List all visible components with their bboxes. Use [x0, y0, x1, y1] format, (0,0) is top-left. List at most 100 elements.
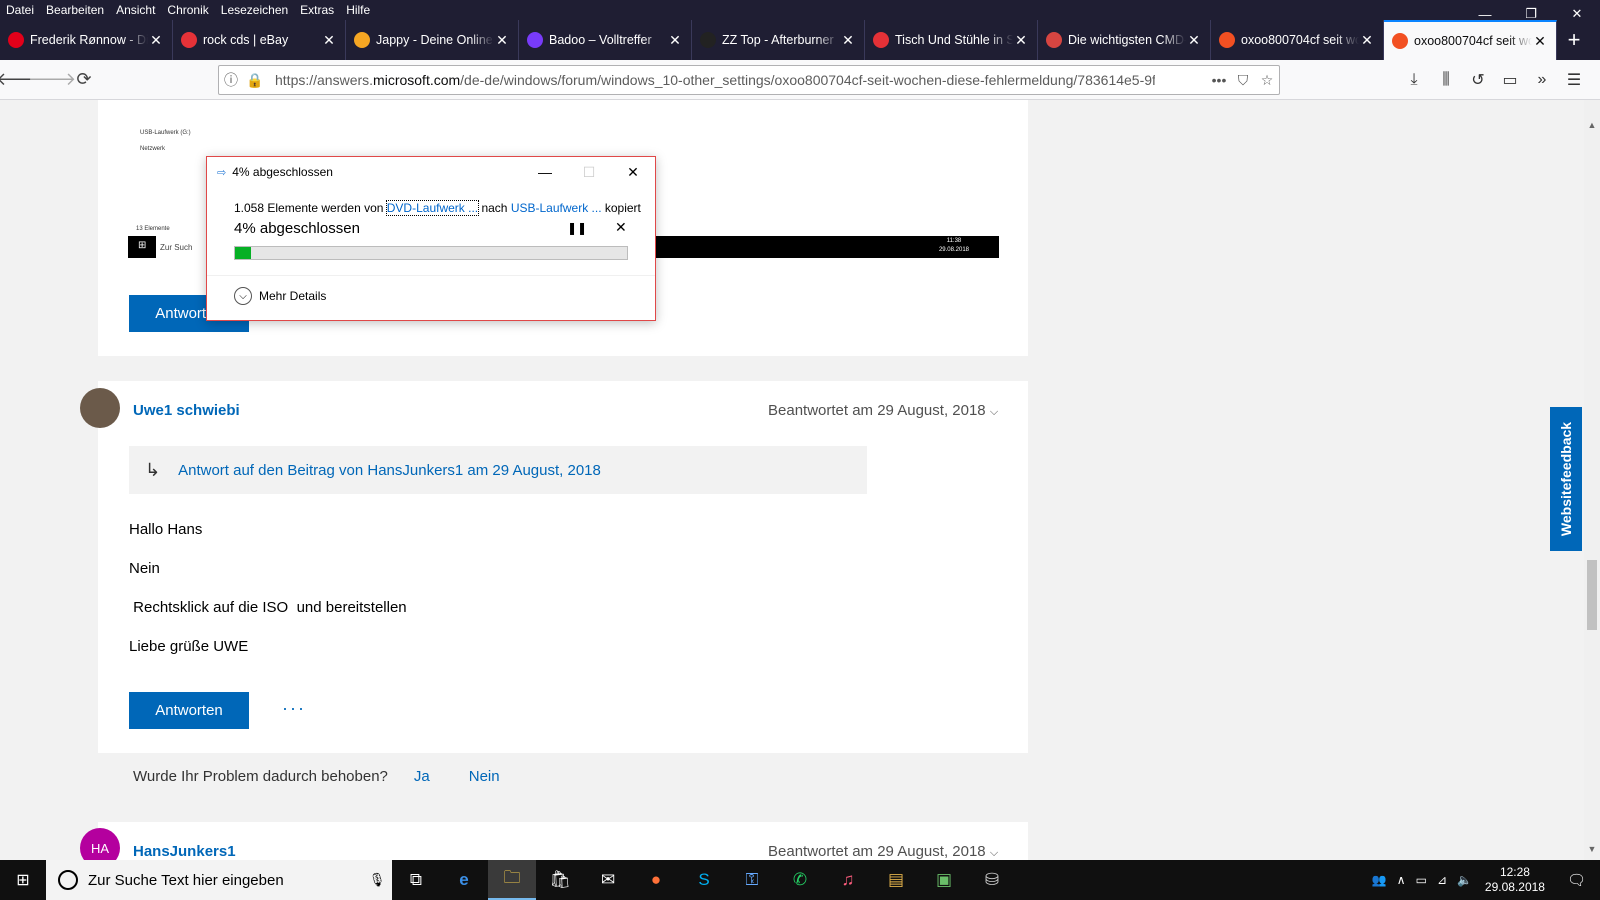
- dialog-minimize-button[interactable]: —: [523, 157, 567, 187]
- helpful-no-link[interactable]: Nein: [469, 768, 500, 785]
- firefox-icon[interactable]: ●: [632, 860, 680, 900]
- website-feedback-button[interactable]: Websitefeedback: [1550, 407, 1582, 551]
- helpful-feedback-bar: Wurde Ihr Problem dadurch behoben? Ja Ne…: [98, 754, 1028, 798]
- discogs-icon: [700, 32, 716, 48]
- itunes-icon[interactable]: ♫: [824, 860, 872, 900]
- edge-icon[interactable]: e: [440, 860, 488, 900]
- whatsapp-icon[interactable]: ✆: [776, 860, 824, 900]
- menu-extras[interactable]: Extras: [294, 0, 340, 20]
- mail-icon[interactable]: ✉: [584, 860, 632, 900]
- pocket-icon[interactable]: ⛉: [1231, 72, 1255, 89]
- navigation-bar: 🡐 🡒 ⟳ ⓘ 🔒 https://answers.microsoft.com/…: [0, 60, 1600, 100]
- hamburger-menu-icon[interactable]: ☰: [1558, 64, 1590, 96]
- scroll-thumb[interactable]: [1587, 560, 1597, 630]
- sidebar-icon[interactable]: ▭: [1494, 64, 1526, 96]
- author-name[interactable]: Uwe1 schwiebi: [133, 402, 240, 419]
- page-actions-icon[interactable]: •••: [1207, 72, 1231, 88]
- tab-title: rock cds | eBay: [203, 33, 289, 47]
- tab-close-icon[interactable]: ✕: [667, 32, 683, 49]
- info-icon[interactable]: ⓘ: [219, 70, 243, 90]
- tab-8[interactable]: oxoo800704cf seit wo ✕: [1384, 20, 1557, 60]
- tab-title: Frederik Rønnow - Di: [30, 33, 148, 47]
- tab-3[interactable]: Badoo – Volltreffer ✕: [519, 20, 692, 60]
- reply-reference[interactable]: ↳ Antwort auf den Beitrag von HansJunker…: [129, 446, 867, 494]
- helpful-yes-link[interactable]: Ja: [414, 768, 430, 785]
- reply-button-2[interactable]: Antworten: [129, 692, 249, 729]
- url-bar[interactable]: ⓘ 🔒 https://answers.microsoft.com/de-de/…: [218, 65, 1280, 95]
- tab-strip: Frederik Rønnow - Di ✕ rock cds | eBay ✕ Jap…: [0, 20, 1600, 60]
- more-details-toggle[interactable]: ⌵ Mehr Details: [234, 287, 326, 305]
- answered-date[interactable]: Beantwortet am 29 August, 2018 ⌵: [768, 402, 998, 419]
- cancel-copy-icon[interactable]: ✕: [615, 219, 627, 236]
- dialog-close-button[interactable]: ✕: [611, 157, 655, 187]
- notification-icon[interactable]: 🗨: [1553, 871, 1600, 889]
- library-icon[interactable]: ⫼: [1430, 64, 1462, 96]
- tab-close-icon[interactable]: ✕: [1532, 33, 1548, 50]
- app-icon[interactable]: ⚿: [728, 860, 776, 900]
- forward-button[interactable]: 🡒: [28, 64, 76, 96]
- tab-close-icon[interactable]: ✕: [321, 32, 337, 49]
- tab-close-icon[interactable]: ✕: [1186, 32, 1202, 49]
- tab-close-icon[interactable]: ✕: [148, 32, 164, 49]
- tab-7[interactable]: oxoo800704cf seit wo ✕: [1211, 20, 1384, 60]
- skype-icon[interactable]: S: [680, 860, 728, 900]
- overflow-icon[interactable]: »: [1526, 64, 1558, 96]
- tab-1[interactable]: rock cds | eBay ✕: [173, 20, 346, 60]
- calculator-icon[interactable]: ▤: [872, 860, 920, 900]
- windows-start-icon[interactable]: ⊞: [0, 860, 46, 900]
- tab-6[interactable]: Die wichtigsten CMD- ✕: [1038, 20, 1211, 60]
- scroll-down-icon[interactable]: ▼: [1584, 844, 1600, 860]
- badoo-icon: [527, 32, 543, 48]
- body-line-3: Rechtsklick auf die ISO und bereitstelle…: [129, 599, 407, 616]
- url-text[interactable]: https://answers.microsoft.com/de-de/wind…: [275, 72, 1155, 88]
- author-name-3[interactable]: HansJunkers1: [133, 843, 236, 860]
- more-options-icon[interactable]: ···: [282, 698, 306, 719]
- answered-date-3[interactable]: Beantwortet am 29 August, 2018 ⌵: [768, 843, 998, 860]
- tab-close-icon[interactable]: ✕: [840, 32, 856, 49]
- taskbar-clock[interactable]: 12:28 29.08.2018: [1477, 865, 1553, 895]
- people-icon[interactable]: 👥: [1367, 873, 1392, 887]
- battery-icon[interactable]: ▭: [1411, 873, 1432, 887]
- menu-chronik[interactable]: Chronik: [161, 0, 214, 20]
- bookmark-star-icon[interactable]: ☆: [1255, 72, 1279, 89]
- reply-arrow-icon: ↳: [145, 459, 161, 480]
- target-link[interactable]: USB-Laufwerk ...: [511, 201, 602, 215]
- menu-hilfe[interactable]: Hilfe: [340, 0, 376, 20]
- menu-bearbeiten[interactable]: Bearbeiten: [40, 0, 110, 20]
- volume-icon[interactable]: 🔈: [1452, 873, 1477, 887]
- file-explorer-icon[interactable]: 🗀: [488, 860, 536, 900]
- network-icon[interactable]: ⊿: [1432, 873, 1452, 887]
- reload-button[interactable]: ⟳: [68, 64, 100, 96]
- chip-icon: [1046, 32, 1062, 48]
- new-tab-button[interactable]: +: [1557, 20, 1591, 60]
- avatar-uwe[interactable]: [80, 388, 120, 428]
- tab-5[interactable]: Tisch Und Stühle in S ✕: [865, 20, 1038, 60]
- tab-close-icon[interactable]: ✕: [494, 32, 510, 49]
- tab-0[interactable]: Frederik Rønnow - Di ✕: [0, 20, 173, 60]
- taskbar-search[interactable]: Zur Suche Text hier eingeben 🎙: [46, 860, 392, 900]
- body-line-1: Hallo Hans: [129, 521, 203, 538]
- page-scrollbar[interactable]: ▲ ▼: [1584, 100, 1600, 860]
- menu-ansicht[interactable]: Ansicht: [110, 0, 161, 20]
- reply-reference-link[interactable]: Antwort auf den Beitrag von HansJunkers1…: [178, 462, 601, 479]
- tab-2[interactable]: Jappy - Deine Online- ✕: [346, 20, 519, 60]
- tab-4[interactable]: ZZ Top - Afterburner ✕: [692, 20, 865, 60]
- menu-lesezeichen[interactable]: Lesezeichen: [215, 0, 294, 20]
- task-view-icon[interactable]: ⧉: [392, 860, 440, 900]
- exit-app-icon[interactable]: ▣: [920, 860, 968, 900]
- menu-datei[interactable]: Datei: [0, 0, 40, 20]
- scroll-up-icon[interactable]: ▲: [1584, 120, 1600, 136]
- source-link[interactable]: DVD-Laufwerk ...: [385, 200, 480, 216]
- taskbar-search-placeholder[interactable]: Zur Suche Text hier eingeben: [88, 872, 362, 889]
- store-icon[interactable]: 🛍: [536, 860, 584, 900]
- download-icon[interactable]: ⤓: [1398, 64, 1430, 96]
- pause-icon[interactable]: ❚❚: [567, 221, 587, 235]
- tab-close-icon[interactable]: ✕: [1359, 32, 1375, 49]
- microphone-icon[interactable]: 🎙: [362, 872, 392, 888]
- chevron-down-icon: ⌵: [989, 406, 999, 418]
- drive-icon[interactable]: ⛁: [968, 860, 1016, 900]
- tray-up-chevron-icon[interactable]: ∧: [1392, 873, 1411, 887]
- history-icon[interactable]: ↺: [1462, 64, 1494, 96]
- tab-close-icon[interactable]: ✕: [1013, 32, 1029, 49]
- body-line-4: Liebe grüße UWE: [129, 638, 249, 655]
